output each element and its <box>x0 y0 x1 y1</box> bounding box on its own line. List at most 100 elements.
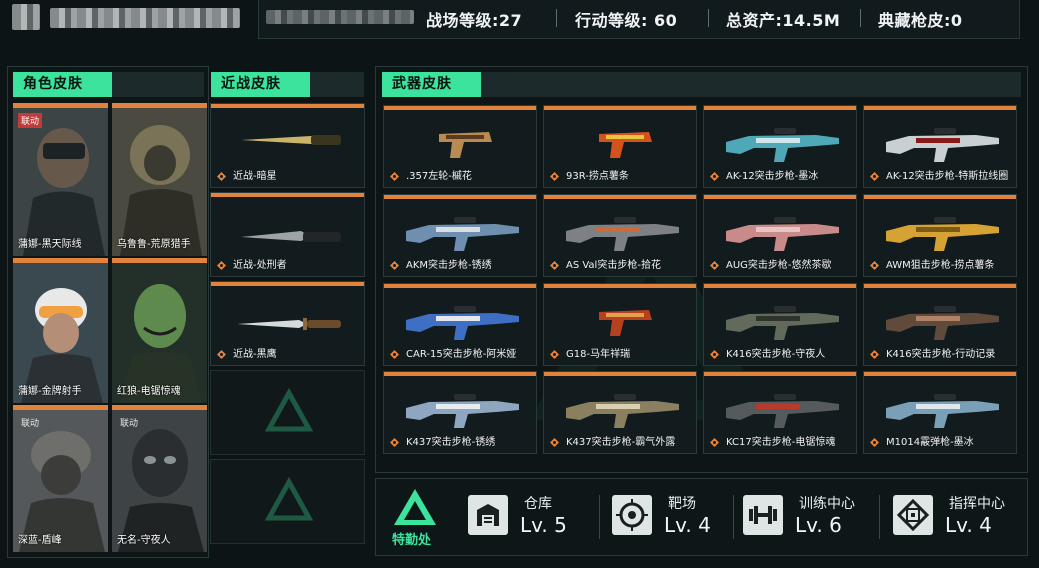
weapon-skin-label: AS Val突击步枪-拾花 <box>566 260 661 271</box>
weapon-skin-card[interactable]: K416突击步枪-守夜人 <box>703 283 857 366</box>
weapon-skin-label: K416突击步枪-守夜人 <box>726 349 826 360</box>
diamond-icon <box>217 172 226 181</box>
divider <box>708 9 709 27</box>
link-event-tag: 联动 <box>18 113 43 128</box>
target-icon <box>612 495 652 535</box>
character-skin-card[interactable]: 联动 无名-守夜人 <box>112 405 207 552</box>
diamond-icon <box>870 261 879 270</box>
player-avatar-pixelated <box>12 4 40 30</box>
character-skin-label: 红狼-电锯惊魂 <box>117 386 181 397</box>
weapon-skin-card[interactable]: CAR-15突击步枪-阿米娅 <box>383 283 537 366</box>
diamond-icon <box>710 261 719 270</box>
weapon-skin-card[interactable]: K416突击步枪-行动记录 <box>863 283 1017 366</box>
facility-name: 指挥中心 <box>949 496 1005 512</box>
character-skin-card[interactable]: 联动 深蓝-盾峰 <box>13 405 108 552</box>
facility-level: Lv. 4 <box>945 513 992 537</box>
facility-level: Lv. 6 <box>795 513 842 537</box>
melee-skin-card[interactable]: 近战-暗星 <box>210 103 365 188</box>
weapon-skin-card[interactable]: KC17突击步枪-电锯惊魂 <box>703 371 857 454</box>
diamond-icon <box>390 350 399 359</box>
weapon-skin-card[interactable]: AK-12突击步枪-墨冰 <box>703 105 857 188</box>
character-skin-card[interactable]: 红狼-电锯惊魂 <box>112 258 207 403</box>
title-bar <box>310 72 364 97</box>
placeholder-logo-icon <box>264 476 314 521</box>
dumbbell-icon <box>743 495 783 535</box>
divider <box>733 495 734 539</box>
diamond-icon <box>550 261 559 270</box>
character-skin-label: 蒲娜-黑天际线 <box>18 239 82 250</box>
diamond-icon <box>390 438 399 447</box>
weapon-skin-label: AUG突击步枪-悠然茶歇 <box>726 260 832 271</box>
character-skin-label: 乌鲁鲁-荒原猎手 <box>117 239 191 250</box>
diamond-icon <box>217 261 226 270</box>
weapon-skin-title: 武器皮肤 <box>382 72 481 97</box>
title-bar <box>112 72 204 97</box>
character-portrait <box>112 103 207 256</box>
weapon-skin-label: AKM突击步枪-锈绣 <box>406 260 492 271</box>
facility-name: 靶场 <box>668 496 696 512</box>
weapon-skin-card[interactable]: AKM突击步枪-锈绣 <box>383 194 537 277</box>
diamond-icon <box>550 350 559 359</box>
weapon-skin-label: G18-马年祥瑞 <box>566 349 631 360</box>
weapon-skin-card[interactable]: K437突击步枪-霸气外露 <box>543 371 697 454</box>
character-skin-card[interactable]: 蒲娜-金牌射手 <box>13 258 108 403</box>
character-skin-label: 无名-守夜人 <box>117 535 171 546</box>
diamond-icon <box>870 350 879 359</box>
weapon-skin-label: AWM狙击步枪-捞点薯条 <box>886 260 995 271</box>
command-icon <box>893 495 933 535</box>
weapon-skin-card[interactable]: .357左轮-槭花 <box>383 105 537 188</box>
character-skin-label: 深蓝-盾峰 <box>18 535 62 546</box>
warehouse-icon <box>468 495 508 535</box>
melee-skin-card[interactable]: 近战-黑鹰 <box>210 281 365 366</box>
battlefield-level: 战场等级:27 <box>426 11 523 30</box>
empty-melee-slot <box>210 370 365 455</box>
diamond-icon <box>217 350 226 359</box>
facility-training-center[interactable]: 训练中心 Lv. 6 <box>743 491 873 543</box>
weapon-skin-card[interactable]: AK-12突击步枪-特斯拉线圈 <box>863 105 1017 188</box>
weapon-skin-label: K437突击步枪-霸气外露 <box>566 437 676 448</box>
weapon-skin-label: K437突击步枪-锈绣 <box>406 437 496 448</box>
top-bar: 战场等级:27 行动等级: 60 总资产:14.5M 典藏枪皮:0 <box>0 0 1039 42</box>
weapon-skin-card[interactable]: AS Val突击步枪-拾花 <box>543 194 697 277</box>
weapon-skin-card[interactable]: G18-马年祥瑞 <box>543 283 697 366</box>
collection-skins: 典藏枪皮:0 <box>878 11 963 30</box>
melee-skin-label: 近战-暗星 <box>233 171 277 182</box>
weapon-skin-card[interactable]: 93R-捞点薯条 <box>543 105 697 188</box>
facility-level: Lv. 4 <box>664 513 711 537</box>
diamond-icon <box>710 172 719 181</box>
divider <box>860 9 861 27</box>
weapon-skin-card[interactable]: K437突击步枪-锈绣 <box>383 371 537 454</box>
placeholder-logo-icon <box>264 387 314 432</box>
character-skin-card[interactable]: 联动 蒲娜-黑天际线 <box>13 103 108 256</box>
diamond-icon <box>870 438 879 447</box>
melee-skin-label: 近战-处刑者 <box>233 260 287 271</box>
facility-command-center[interactable]: 指挥中心 Lv. 4 <box>893 491 1023 543</box>
weapon-skin-card[interactable]: AWM狙击步枪-捞点薯条 <box>863 194 1017 277</box>
title-bar <box>481 72 1021 97</box>
facility-range[interactable]: 靶场 Lv. 4 <box>612 491 742 543</box>
character-skin-label: 蒲娜-金牌射手 <box>18 386 82 397</box>
character-skin-card[interactable]: 乌鲁鲁-荒原猎手 <box>112 103 207 256</box>
divider <box>556 9 557 27</box>
melee-skin-title: 近战皮肤 <box>211 72 310 97</box>
diamond-icon <box>550 172 559 181</box>
facility-warehouse[interactable]: 仓库 Lv. 5 <box>468 491 598 543</box>
facility-name: 仓库 <box>524 496 552 512</box>
weapon-skin-label: K416突击步枪-行动记录 <box>886 349 996 360</box>
melee-skin-card[interactable]: 近战-处刑者 <box>210 192 365 277</box>
weapon-skin-label: AK-12突击步枪-墨冰 <box>726 171 819 182</box>
empty-melee-slot <box>210 459 365 544</box>
facility-bar: 特勤处 仓库 Lv. 5 靶场 Lv. 4 训练中心 Lv. 6 指挥中心 Lv… <box>375 478 1028 556</box>
link-event-tag: 联动 <box>21 419 40 429</box>
weapon-skin-card[interactable]: AUG突击步枪-悠然茶歇 <box>703 194 857 277</box>
diamond-icon <box>390 261 399 270</box>
special-ops-label[interactable]: 特勤处 <box>392 529 431 548</box>
weapon-skin-label: CAR-15突击步枪-阿米娅 <box>406 349 517 360</box>
operation-level: 行动等级: 60 <box>575 11 678 30</box>
weapon-skin-card[interactable]: M1014霰弹枪-墨冰 <box>863 371 1017 454</box>
total-assets: 总资产:14.5M <box>726 11 841 30</box>
character-skin-title: 角色皮肤 <box>13 72 112 97</box>
divider <box>599 495 600 539</box>
weapon-skin-label: M1014霰弹枪-墨冰 <box>886 437 974 448</box>
weapon-skin-label: KC17突击步枪-电锯惊魂 <box>726 437 836 448</box>
